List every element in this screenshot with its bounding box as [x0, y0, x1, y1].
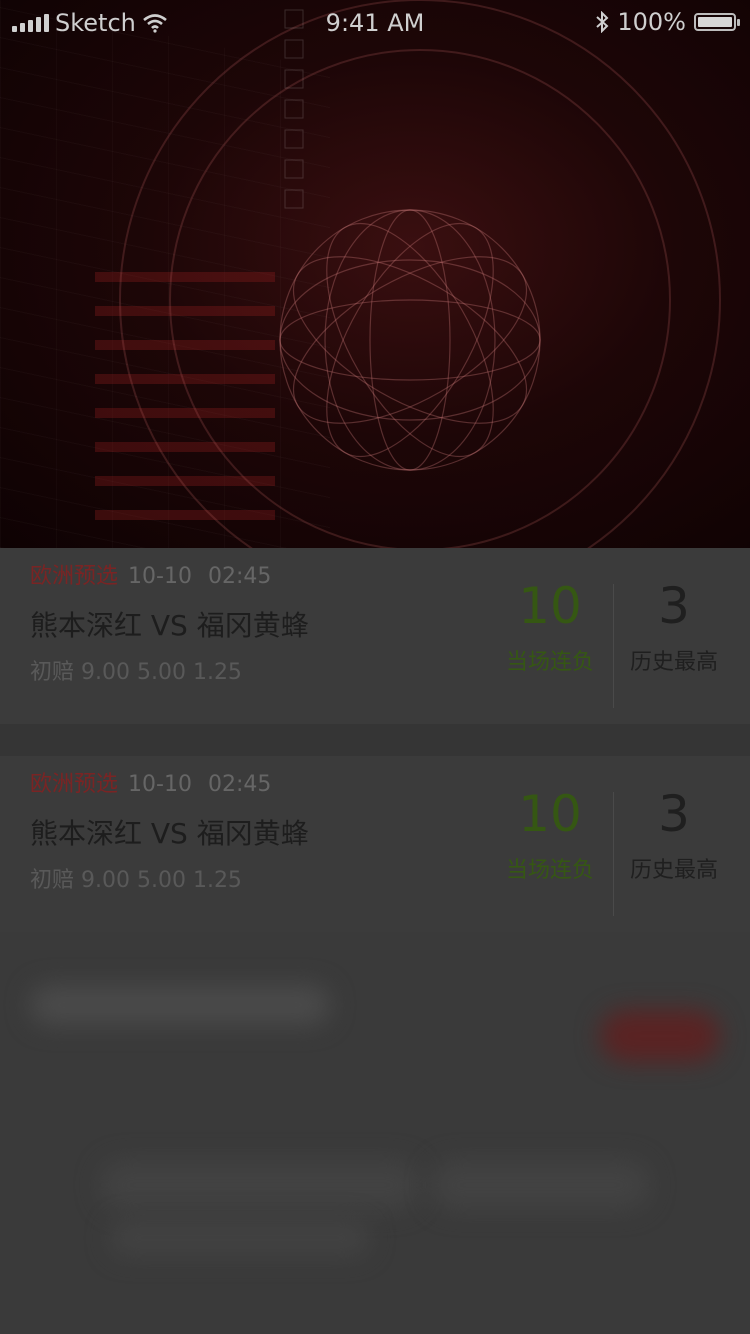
losing-streak-stat: 10 当场连负 — [490, 576, 610, 676]
history-high-label: 历史最高 — [629, 650, 718, 675]
match-meta: 欧洲预选 10-10 02:45 — [30, 558, 271, 590]
card-separator — [0, 724, 750, 756]
match-teams: 熊本深红 VS 福冈黄蜂 — [30, 609, 309, 642]
losing-streak-value: 10 — [518, 785, 582, 843]
history-high-value: 3 — [658, 577, 690, 635]
match-card[interactable]: 欧洲预选 10-10 02:45 熊本深红 VS 福冈黄蜂 初赔 9.00 5.00… — [0, 548, 750, 724]
losing-streak-label: 当场连负 — [505, 650, 594, 675]
globe-graphic — [119, 0, 721, 548]
status-right: 100% — [595, 8, 740, 36]
match-time: 02:45 — [207, 564, 272, 589]
bluetooth-icon — [596, 11, 609, 33]
match-meta: 欧洲预选 10-10 02:45 — [30, 766, 271, 798]
history-high-stat: 3 历史最高 — [614, 784, 734, 884]
blurred-row-3 — [110, 1220, 370, 1256]
battery-icon — [694, 13, 740, 31]
match-odds: 初赔 9.00 5.00 1.25 — [30, 660, 242, 685]
league-name: 欧洲预选 — [30, 564, 119, 589]
history-high-value: 3 — [658, 785, 690, 843]
battery-percent: 100% — [617, 8, 686, 36]
match-date: 10-10 — [128, 564, 192, 589]
match-date: 10-10 — [128, 772, 192, 797]
history-high-label: 历史最高 — [629, 858, 718, 883]
match-teams: 熊本深红 VS 福冈黄蜂 — [30, 817, 309, 850]
history-high-stat: 3 历史最高 — [614, 576, 734, 676]
blurred-content-left — [30, 985, 330, 1025]
blurred-row-2 — [430, 1160, 650, 1210]
league-name: 欧洲预选 — [30, 772, 119, 797]
status-bar: Sketch 9:41 AM 100% — [0, 0, 750, 44]
blurred-action-button — [600, 1010, 720, 1062]
match-odds: 初赔 9.00 5.00 1.25 — [30, 868, 242, 893]
blurred-row-1 — [100, 1160, 420, 1210]
match-time: 02:45 — [207, 772, 272, 797]
losing-streak-label: 当场连负 — [505, 858, 594, 883]
hero-banner-image — [0, 0, 750, 548]
losing-streak-stat: 10 当场连负 — [490, 784, 610, 884]
losing-streak-value: 10 — [518, 577, 582, 635]
match-list: 欧洲预选 10-10 02:45 熊本深红 VS 福冈黄蜂 初赔 9.00 5.00… — [0, 548, 750, 932]
match-card[interactable]: 欧洲预选 10-10 02:45 熊本深红 VS 福冈黄蜂 初赔 9.00 5.00… — [0, 756, 750, 932]
